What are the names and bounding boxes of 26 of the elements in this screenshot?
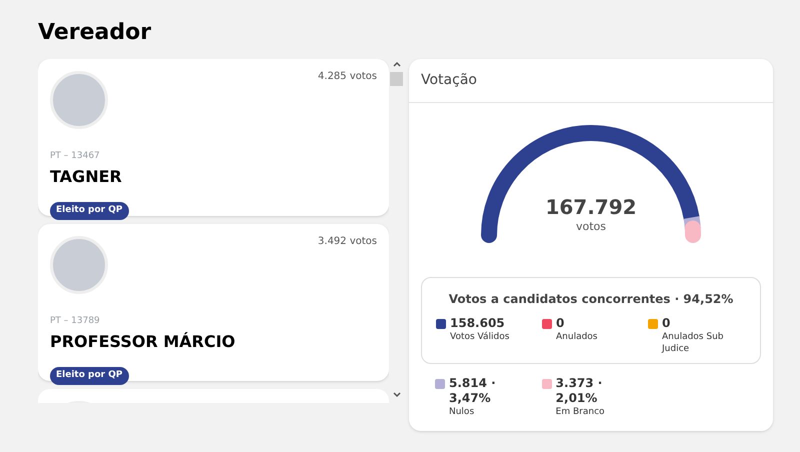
total-votes: 167.792 xyxy=(545,195,637,219)
total-label: votos xyxy=(576,219,606,235)
scroll-up-icon[interactable] xyxy=(393,61,401,67)
party-number: PT – 13467 xyxy=(50,151,100,161)
legend-label: Votos Válidos xyxy=(450,331,510,343)
legend-label: Nulos xyxy=(449,406,476,418)
vote-count: 4.285 votos xyxy=(318,70,377,84)
candidate-name: PROFESSOR MÁRCIO xyxy=(50,332,236,351)
scroll-down-icon[interactable] xyxy=(393,392,401,398)
legend-label: Em Branco xyxy=(556,406,606,418)
legend-label: Anulados Sub Judice xyxy=(662,331,724,355)
legend-value: 158.605 xyxy=(450,316,506,331)
candidate-name: TAGNER xyxy=(50,167,122,186)
panel-title: Votação xyxy=(421,71,477,90)
summary-title: Votos a candidatos concorrentes · 94,52% xyxy=(448,292,734,306)
legend-label: Anulados xyxy=(556,331,598,343)
legend-value: 3.373 · 2,01% xyxy=(556,376,604,406)
scrollbar-thumb[interactable] xyxy=(390,72,403,86)
legend-value: 0 xyxy=(556,316,566,331)
legend-value: 5.814 · 3,47% xyxy=(449,376,497,406)
elected-badge: Eleito por QP xyxy=(50,367,128,384)
vote-count: 3.492 votos xyxy=(318,235,377,249)
elected-badge: Eleito por QP xyxy=(50,202,128,220)
legend-value: 0 xyxy=(662,316,672,331)
party-number: PT – 13789 xyxy=(50,316,100,326)
page-title: Vereador xyxy=(38,19,152,47)
